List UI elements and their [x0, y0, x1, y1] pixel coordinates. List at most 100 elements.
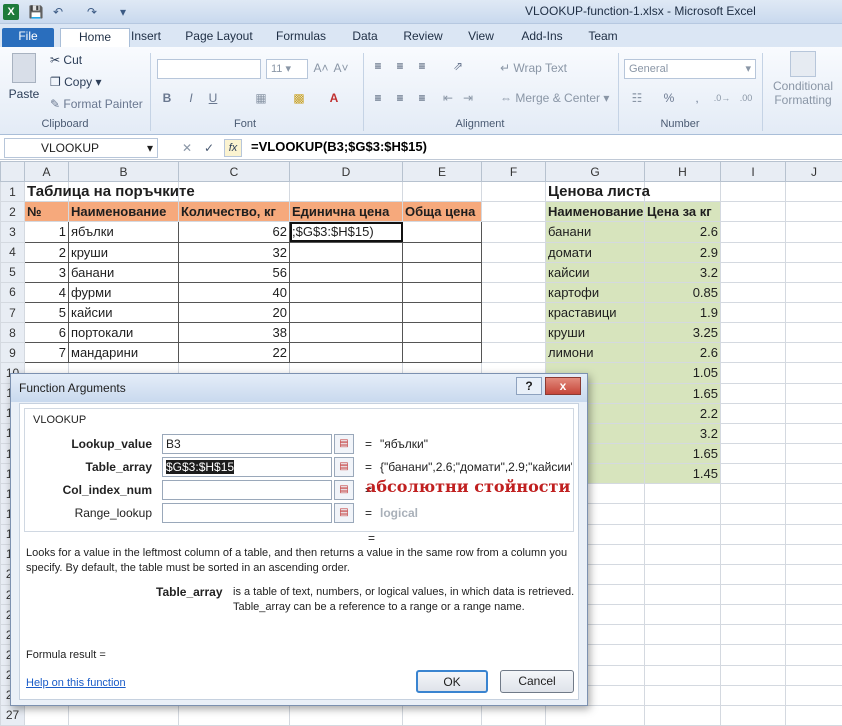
customize-qat-icon[interactable]: ▾	[118, 4, 128, 20]
row-header[interactable]: 6	[0, 281, 25, 303]
cell[interactable]: домати	[545, 241, 645, 263]
orders-header-cell[interactable]: №	[24, 201, 69, 223]
cell[interactable]: кайсии	[68, 301, 179, 324]
column-header-J[interactable]: J	[785, 160, 842, 183]
cell[interactable]	[720, 301, 786, 324]
fill-color-icon[interactable]: ▩	[290, 91, 308, 105]
align-top-icon[interactable]: ≡	[370, 59, 386, 73]
row-header[interactable]: 1	[0, 181, 25, 203]
column-header-B[interactable]: B	[68, 160, 179, 183]
cell[interactable]	[720, 241, 786, 263]
cell[interactable]: портокали	[68, 322, 179, 344]
cell[interactable]	[785, 543, 842, 565]
cell[interactable]: 3.2	[644, 261, 721, 283]
tab-page-layout[interactable]: Page Layout	[183, 28, 255, 47]
cell[interactable]	[785, 442, 842, 465]
row-header[interactable]: 7	[0, 301, 25, 324]
collapse-dialog-icon[interactable]: ▤	[334, 480, 354, 500]
tab-insert[interactable]: Insert	[128, 28, 164, 47]
cell[interactable]	[720, 382, 786, 404]
cell[interactable]	[644, 483, 721, 505]
cell[interactable]: 1.65	[644, 442, 721, 465]
underline-button[interactable]: U	[206, 91, 220, 105]
align-bottom-icon[interactable]: ≡	[414, 59, 430, 73]
cell[interactable]	[178, 704, 290, 726]
cell[interactable]	[402, 342, 482, 364]
cell[interactable]: 2.2	[644, 402, 721, 424]
cell[interactable]	[402, 241, 482, 263]
column-header-A[interactable]: A	[24, 160, 69, 183]
orders-title[interactable]: Таблица на поръчките	[24, 181, 195, 203]
tab-view[interactable]: View	[466, 28, 496, 47]
cell[interactable]	[481, 322, 546, 344]
cell[interactable]: 3	[24, 261, 69, 283]
cell[interactable]	[644, 664, 721, 686]
collapse-dialog-icon[interactable]: ▤	[334, 503, 354, 523]
align-right-icon[interactable]: ≡	[414, 91, 430, 105]
cell[interactable]: 4	[24, 281, 69, 303]
cell[interactable]	[644, 503, 721, 525]
paste-button[interactable]: Paste	[6, 53, 42, 109]
cut-button[interactable]: ✂ Cut	[50, 53, 110, 67]
cell[interactable]	[720, 281, 786, 303]
cell[interactable]	[785, 422, 842, 444]
cell[interactable]: 22	[178, 342, 290, 364]
prices-header-cell[interactable]: Наименование	[545, 201, 645, 223]
cell[interactable]	[289, 301, 403, 324]
redo-icon[interactable]: ↷	[84, 4, 100, 20]
cell[interactable]: кайсии	[545, 261, 645, 283]
orders-header-cell[interactable]: Наименование	[68, 201, 179, 223]
column-header-H[interactable]: H	[644, 160, 721, 183]
format-painter-button[interactable]: ✎ Format Painter	[50, 97, 148, 111]
comma-button[interactable]: ,	[690, 91, 704, 105]
prices-header-cell[interactable]: Цена за кг	[644, 201, 721, 223]
cell[interactable]: 1	[24, 221, 69, 243]
cell[interactable]: 2.6	[644, 342, 721, 364]
row-header[interactable]: 3	[0, 221, 25, 243]
merge-center-button[interactable]: ⇔ Merge & Center ▾	[500, 91, 618, 105]
cell[interactable]	[720, 201, 786, 223]
cell[interactable]	[178, 181, 290, 203]
cancel-button[interactable]: Cancel	[500, 670, 574, 693]
cell[interactable]	[402, 261, 482, 283]
row-header[interactable]: 8	[0, 322, 25, 344]
cell[interactable]	[481, 221, 546, 243]
cell[interactable]: 38	[178, 322, 290, 344]
argument-input[interactable]: $G$3:$H$15	[162, 457, 332, 477]
cell[interactable]	[720, 422, 786, 444]
cell[interactable]	[24, 704, 69, 726]
increase-decimal-icon[interactable]: .0→	[712, 91, 732, 105]
cell[interactable]	[720, 604, 786, 626]
column-header-G[interactable]: G	[545, 160, 645, 183]
collapse-dialog-icon[interactable]: ▤	[334, 457, 354, 477]
cell[interactable]	[481, 342, 546, 364]
borders-icon[interactable]: ▦	[252, 91, 270, 105]
cell[interactable]	[720, 181, 786, 203]
cell[interactable]	[289, 322, 403, 344]
cell[interactable]	[785, 523, 842, 545]
cell[interactable]	[481, 261, 546, 283]
cell[interactable]	[481, 301, 546, 324]
cell[interactable]	[785, 684, 842, 706]
cell[interactable]	[289, 241, 403, 263]
cell[interactable]	[785, 463, 842, 485]
percent-button[interactable]: %	[662, 91, 676, 105]
argument-input[interactable]	[162, 480, 332, 500]
cell[interactable]	[720, 644, 786, 666]
wrap-text-button[interactable]: ↵ Wrap Text	[500, 61, 580, 75]
conditional-formatting-button[interactable]: Conditional Formatting	[768, 51, 838, 107]
cell[interactable]: 2.6	[644, 221, 721, 243]
copy-button[interactable]: ❐ Copy ▾	[50, 75, 110, 89]
collapse-dialog-icon[interactable]: ▤	[334, 434, 354, 454]
cell[interactable]: краставици	[545, 301, 645, 324]
cell[interactable]	[720, 503, 786, 525]
cell[interactable]: 3.2	[644, 422, 721, 444]
cell[interactable]	[785, 402, 842, 424]
column-header-I[interactable]: I	[720, 160, 786, 183]
cell[interactable]	[644, 624, 721, 646]
cell[interactable]: мандарини	[68, 342, 179, 364]
cell[interactable]	[644, 583, 721, 606]
row-header[interactable]: 4	[0, 241, 25, 263]
tab-team[interactable]: Team	[586, 28, 620, 47]
cell[interactable]: 62	[178, 221, 290, 243]
